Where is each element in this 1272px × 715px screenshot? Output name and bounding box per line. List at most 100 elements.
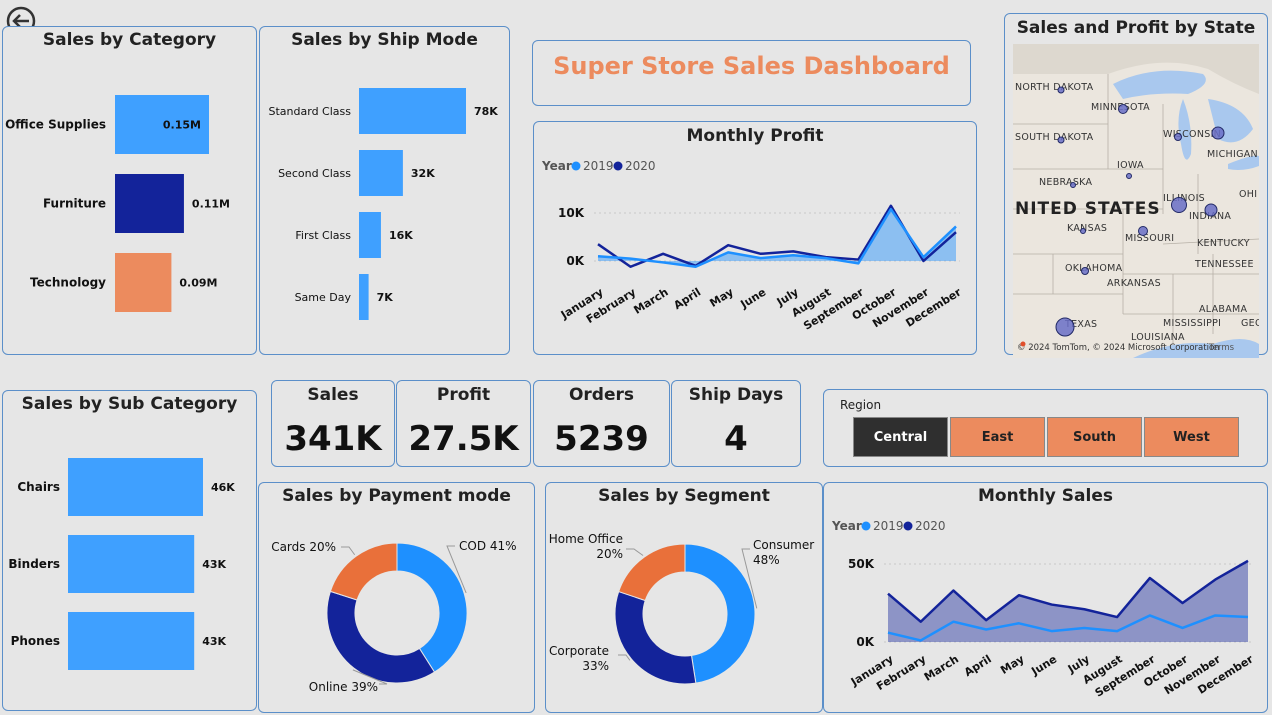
bar[interactable] — [359, 150, 403, 196]
state-bubble[interactable] — [1211, 126, 1225, 140]
region-button-west[interactable]: West — [1144, 417, 1239, 457]
legend-marker — [861, 521, 871, 531]
state-label: NEBRASKA — [1039, 177, 1093, 188]
state-bubble[interactable] — [1070, 182, 1076, 188]
state-bubble[interactable] — [1138, 226, 1148, 236]
legend-label[interactable]: 2019 — [873, 519, 904, 533]
sales-by-payment-mode-chart: COD 41% Online 39% Cards 20% — [271, 539, 516, 694]
bar[interactable] — [359, 88, 466, 134]
x-tick-label: May — [708, 286, 736, 310]
bar[interactable] — [68, 612, 195, 670]
map-area[interactable]: NORTH DAKOTAMINNESOTASOUTH DAKOTAWISCONS… — [1013, 44, 1259, 358]
state-bubble[interactable] — [1126, 173, 1132, 179]
kpi-ship-days-card: Ship Days 4 — [671, 380, 801, 467]
sales-by-sub-category-chart: Chairs 46K Binders 43K Phones 43K — [8, 458, 235, 670]
kpi-label: Ship Days — [688, 385, 784, 405]
state-label: ALABAMA — [1199, 304, 1248, 315]
legend-label[interactable]: 2020 — [625, 159, 656, 173]
leader-line — [626, 548, 644, 556]
state-bubble[interactable] — [1118, 104, 1128, 114]
y-tick-label: 0K — [566, 254, 584, 268]
donut-slice[interactable] — [326, 590, 436, 684]
state-label: SOUTH DAKOTA — [1015, 132, 1094, 143]
sales-by-sub-category-panel: Sales by Sub Category Chairs 46K Binders 43… — [2, 390, 257, 711]
data-label: 78K — [474, 105, 498, 118]
slice-label: Cards 20% — [271, 540, 336, 554]
y-tick-label: 50K — [848, 557, 875, 571]
legend-marker — [571, 161, 581, 171]
region-button-south[interactable]: South — [1047, 417, 1142, 457]
bar[interactable] — [68, 535, 195, 593]
slice-label: 33% — [582, 659, 609, 673]
donut-slice[interactable] — [396, 542, 468, 673]
legend-title: Year — [541, 159, 572, 173]
data-label: 0.09M — [179, 277, 217, 290]
state-label: IOWA — [1117, 160, 1144, 171]
region-button-east[interactable]: East — [950, 417, 1045, 457]
state-label: GEORGI — [1241, 318, 1259, 329]
kpi-sales-card: Sales 341K — [271, 380, 395, 467]
state-bubble[interactable] — [1055, 317, 1075, 337]
map-attribution: © 2024 TomTom, © 2024 Microsoft Corporat… — [1017, 343, 1220, 353]
map-logo-icon — [1020, 341, 1026, 347]
dashboard-title-box: Super Store Sales Dashboard — [532, 40, 971, 106]
donut-slice[interactable] — [618, 543, 686, 602]
category-label: Same Day — [295, 291, 352, 304]
state-bubble[interactable] — [1171, 197, 1187, 213]
bar[interactable] — [359, 212, 381, 258]
region-button-central[interactable]: Central — [853, 417, 948, 457]
map-canvas[interactable]: NORTH DAKOTAMINNESOTASOUTH DAKOTAWISCONS… — [1013, 44, 1259, 358]
bar[interactable] — [359, 274, 369, 320]
category-label: Phones — [11, 634, 60, 648]
donut-slice[interactable] — [684, 543, 756, 684]
x-tick-label: June — [737, 286, 768, 312]
x-tick-label: March — [631, 286, 670, 317]
data-label: 0.11M — [192, 198, 230, 211]
data-label: 16K — [389, 229, 413, 242]
category-label: First Class — [295, 229, 351, 242]
state-bubble[interactable] — [1081, 267, 1089, 275]
data-label: 7K — [377, 291, 394, 304]
category-label: Furniture — [43, 197, 106, 211]
monthly-sales-chart: Year 2019 20200K50KJanuaryFebruaryMarch Apr… — [831, 519, 1256, 700]
chart-title: Sales and Profit by State — [1016, 18, 1256, 38]
state-bubble[interactable] — [1057, 86, 1065, 94]
x-tick-label: April — [671, 286, 703, 313]
sales-by-segment-panel: Sales by Segment Consumer 48% Corporate 33%… — [545, 482, 823, 713]
sales-by-category-panel: Sales by Category Office Supplies 0.15M Fu… — [2, 26, 257, 355]
bar[interactable] — [115, 253, 172, 312]
state-bubble[interactable] — [1057, 136, 1065, 144]
state-bubble[interactable] — [1080, 228, 1086, 234]
state-label: MICHIGAN — [1207, 149, 1258, 160]
state-label: OKLAHOMA — [1065, 263, 1123, 274]
slice-label: Corporate — [549, 644, 609, 658]
state-label: KANSAS — [1067, 223, 1107, 234]
state-label: LOUISIANA — [1131, 332, 1185, 343]
data-label: 32K — [411, 167, 435, 180]
bar[interactable] — [68, 458, 203, 516]
lake-superior — [1113, 70, 1206, 99]
data-label: 46K — [211, 481, 235, 494]
category-label: Second Class — [278, 167, 351, 180]
data-label: 43K — [202, 558, 226, 571]
legend-label[interactable]: 2020 — [915, 519, 946, 533]
data-label: 43K — [202, 635, 226, 648]
kpi-orders-card: Orders 5239 — [533, 380, 670, 467]
legend-label[interactable]: 2019 — [583, 159, 614, 173]
map-terms-link[interactable]: Terms — [1208, 343, 1235, 353]
state-bubble[interactable] — [1174, 133, 1182, 141]
bar[interactable] — [115, 174, 184, 233]
region-slicer-title: Region — [840, 398, 882, 412]
kpi-profit-card: Profit 27.5K — [396, 380, 531, 467]
kpi-value: 27.5K — [408, 419, 519, 459]
sales-by-segment-chart: Consumer48% Corporate33% Home Office20% — [549, 532, 814, 685]
monthly-sales-panel: Monthly Sales Year 2019 2020 0K 50K January Fe… — [823, 482, 1268, 713]
kpi-value: 4 — [724, 419, 748, 459]
kpi-label: Sales — [307, 385, 359, 405]
state-bubble[interactable] — [1204, 203, 1218, 217]
slice-label: 20% — [596, 547, 623, 561]
donut-slice[interactable] — [329, 542, 398, 601]
state-label: KENTUCKY — [1197, 238, 1250, 249]
donut-slice[interactable] — [614, 590, 697, 685]
x-tick-label: June — [1028, 653, 1059, 679]
